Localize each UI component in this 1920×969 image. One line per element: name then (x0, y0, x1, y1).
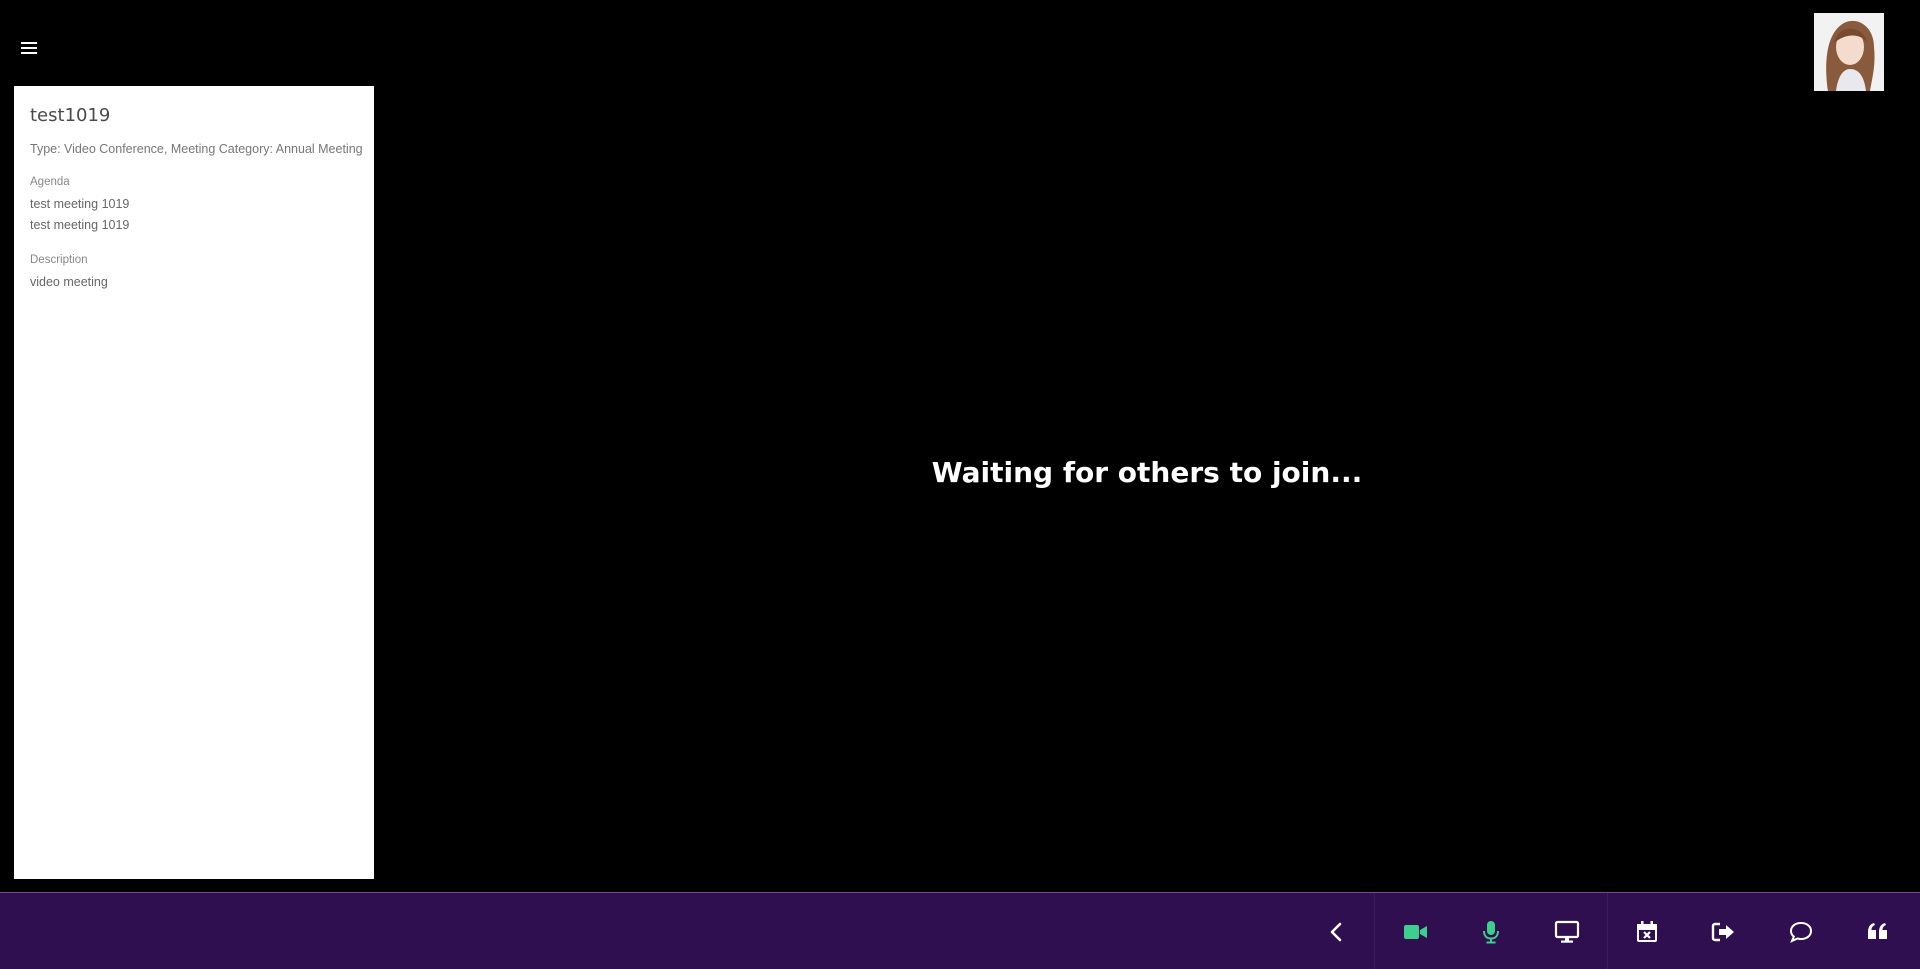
hamburger-menu-icon[interactable] (18, 38, 42, 58)
chat-button[interactable] (1763, 893, 1839, 969)
meeting-room: test1019 Type: Video Conference, Meeting… (0, 0, 1920, 969)
description-text: video meeting (30, 275, 108, 289)
monitor-icon (1554, 920, 1580, 943)
end-meeting-button[interactable] (1609, 893, 1685, 969)
description-label: Description (30, 254, 88, 266)
meeting-title: test1019 (30, 105, 111, 126)
screen-share-button[interactable] (1529, 893, 1605, 969)
collapse-button[interactable] (1299, 893, 1375, 969)
agenda-label: Agenda (30, 176, 70, 188)
quote-icon (1868, 922, 1887, 939)
meeting-meta: Type: Video Conference, Meeting Category… (30, 142, 363, 156)
microphone-button[interactable] (1453, 893, 1529, 969)
meeting-info-panel: test1019 Type: Video Conference, Meeting… (14, 86, 374, 879)
agenda-item: test meeting 1019 (30, 218, 130, 232)
leave-button[interactable] (1685, 893, 1761, 969)
waiting-status: Waiting for others to join... (931, 456, 1363, 489)
agenda-item: test meeting 1019 (30, 197, 130, 211)
camera-button[interactable] (1377, 893, 1453, 969)
video-camera-icon (1404, 924, 1427, 939)
self-video-thumbnail[interactable] (1814, 13, 1884, 91)
calendar-x-icon (1637, 920, 1657, 942)
chat-bubble-icon (1789, 921, 1813, 943)
sign-out-icon (1711, 922, 1734, 941)
notes-button[interactable] (1840, 893, 1916, 969)
microphone-icon (1483, 920, 1499, 943)
meeting-toolbar (0, 892, 1920, 969)
avatar (1814, 13, 1884, 91)
chevron-left-icon (1330, 922, 1342, 941)
